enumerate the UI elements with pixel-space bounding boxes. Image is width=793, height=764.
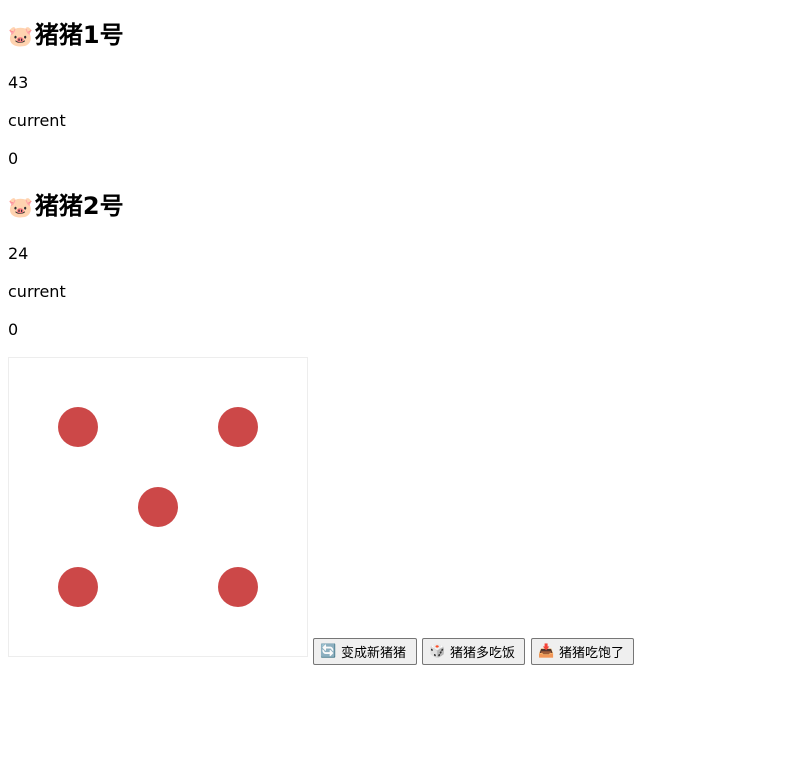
player-2-title: 🐷猪猪2号 [8,191,124,222]
dice-pip [58,567,98,607]
roll-dice-button[interactable]: 🎲 猪猪多吃饭 [422,638,525,665]
hold-button[interactable]: 📥 猪猪吃饱了 [531,638,634,665]
new-game-button[interactable]: 🔄 变成新猪猪 [313,638,417,665]
dice-pip [218,567,258,607]
dice-pip [58,407,98,447]
inbox-tray-icon: 📥 [538,643,555,659]
dice-pip [138,487,178,527]
player-2-current-label: current [8,282,66,301]
new-game-label: 变成新猪猪 [341,646,407,661]
player-2-current-score: 0 [8,320,19,339]
player-1-score: 43 [8,73,29,92]
pig-icon: 🐷 [8,195,33,219]
player-1-current-label: current [8,111,66,130]
pig-icon: 🐷 [8,24,33,48]
player-1-current-score: 0 [8,149,19,168]
dice-face [8,357,308,657]
roll-dice-label: 猪猪多吃饭 [450,646,516,661]
hold-label: 猪猪吃饱了 [559,646,625,661]
player-1-title: 🐷猪猪1号 [8,20,124,51]
dice-icon: 🎲 [429,643,446,659]
player-2-name: 猪猪2号 [34,192,124,220]
refresh-icon: 🔄 [320,643,337,659]
player-1-name: 猪猪1号 [34,21,124,49]
dice-pip [218,407,258,447]
pig-game-page: 🐷猪猪1号 43 current 0 🐷猪猪2号 24 current 0 🔄 变… [0,0,793,764]
player-2-score: 24 [8,244,29,263]
